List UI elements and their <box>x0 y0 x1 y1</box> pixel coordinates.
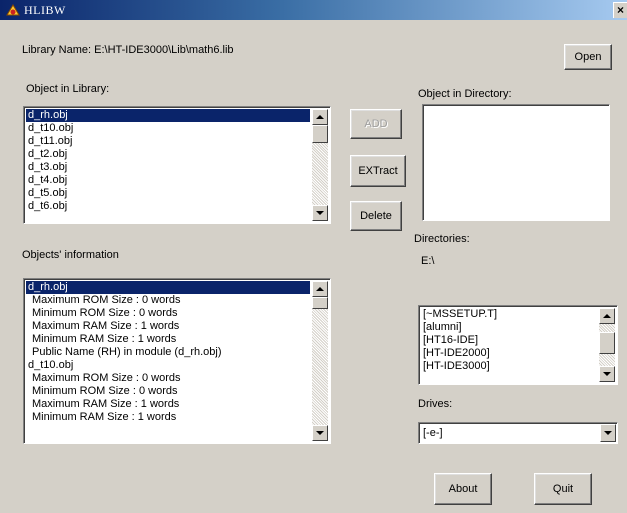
arrow-up-icon <box>316 287 324 291</box>
list-item[interactable]: d_t10.obj <box>26 359 310 372</box>
directories-scrollbar[interactable] <box>599 308 615 382</box>
arrow-down-icon <box>603 372 611 376</box>
list-item[interactable]: Maximum RAM Size : 1 words <box>26 320 310 333</box>
window-title: HLIBW <box>24 3 66 17</box>
scroll-up-button[interactable] <box>599 308 615 324</box>
add-button[interactable]: ADD <box>350 109 402 139</box>
library-name-label: Library Name: E:\HT-IDE3000\Lib\math6.li… <box>22 44 234 56</box>
objects-info-list[interactable]: d_rh.obj Maximum ROM Size : 0 words Minimu… <box>23 278 331 444</box>
list-item[interactable]: d_t6.obj <box>26 200 310 213</box>
list-item[interactable]: Maximum ROM Size : 0 words <box>26 372 310 385</box>
extract-button[interactable]: EXTract <box>350 155 406 187</box>
list-item[interactable]: d_t2.obj <box>26 148 310 161</box>
drives-dropdown-button[interactable] <box>600 424 616 442</box>
quit-button[interactable]: Quit <box>534 473 592 505</box>
object-in-directory-label: Object in Directory: <box>418 88 512 100</box>
list-item[interactable]: d_rh.obj <box>26 281 310 294</box>
open-button[interactable]: Open <box>564 44 612 70</box>
scroll-up-button[interactable] <box>312 109 328 125</box>
arrow-down-icon <box>316 211 324 215</box>
scroll-up-button[interactable] <box>312 281 328 297</box>
app-icon <box>6 4 20 16</box>
list-item[interactable]: d_t3.obj <box>26 161 310 174</box>
list-item[interactable]: d_rh.obj <box>26 109 310 122</box>
list-item[interactable]: Minimum RAM Size : 1 words <box>26 333 310 346</box>
list-item[interactable]: [alumni] <box>421 321 597 334</box>
scroll-thumb[interactable] <box>312 125 328 143</box>
scroll-thumb[interactable] <box>599 332 615 354</box>
scroll-thumb[interactable] <box>312 297 328 309</box>
list-item[interactable]: [~MSSETUP.T] <box>421 308 597 321</box>
library-scrollbar[interactable] <box>312 109 328 221</box>
arrow-up-icon <box>316 115 324 119</box>
list-item[interactable]: Minimum RAM Size : 1 words <box>26 411 310 424</box>
current-directory: E:\ <box>421 255 435 267</box>
list-item[interactable]: d_t10.obj <box>26 122 310 135</box>
list-item[interactable]: [HT16-IDE] <box>421 334 597 347</box>
drives-label: Drives: <box>418 398 453 410</box>
list-item[interactable]: d_t11.obj <box>26 135 310 148</box>
arrow-down-icon <box>316 431 324 435</box>
list-item[interactable]: [HT-IDE3000] <box>421 360 597 373</box>
objects-info-label: Objects' information <box>22 249 119 261</box>
list-item[interactable]: Maximum ROM Size : 0 words <box>26 294 310 307</box>
object-in-directory-list[interactable] <box>422 104 610 221</box>
directories-label: Directories: <box>414 233 470 245</box>
object-in-library-label: Object in Library: <box>26 83 110 95</box>
list-item[interactable]: d_t5.obj <box>26 187 310 200</box>
arrow-up-icon <box>603 314 611 318</box>
list-item[interactable]: Minimum ROM Size : 0 words <box>26 307 310 320</box>
list-item[interactable]: Maximum RAM Size : 1 words <box>26 398 310 411</box>
close-button[interactable]: × <box>613 2 627 18</box>
list-item[interactable]: d_t4.obj <box>26 174 310 187</box>
chevron-down-icon <box>604 431 612 435</box>
list-item[interactable]: Public Name (RH) in module (d_rh.obj) <box>26 346 310 359</box>
scroll-down-button[interactable] <box>312 205 328 221</box>
directories-list[interactable]: [~MSSETUP.T] [alumni] [HT16-IDE] [HT-IDE200… <box>418 305 618 385</box>
info-scrollbar[interactable] <box>312 281 328 441</box>
scroll-down-button[interactable] <box>599 366 615 382</box>
about-button[interactable]: About <box>434 473 492 505</box>
title-bar: HLIBW × <box>0 0 627 20</box>
drives-combobox[interactable]: [-e-] <box>418 422 618 444</box>
list-item[interactable]: Minimum ROM Size : 0 words <box>26 385 310 398</box>
object-in-library-list[interactable]: d_rh.obj d_t10.obj d_t11.obj d_t2.obj d_t3.o… <box>23 106 331 224</box>
close-icon: × <box>616 3 624 17</box>
scroll-down-button[interactable] <box>312 425 328 441</box>
list-item[interactable]: [HT-IDE2000] <box>421 347 597 360</box>
drives-selected-value: [-e-] <box>423 427 443 439</box>
delete-button[interactable]: Delete <box>350 201 402 231</box>
